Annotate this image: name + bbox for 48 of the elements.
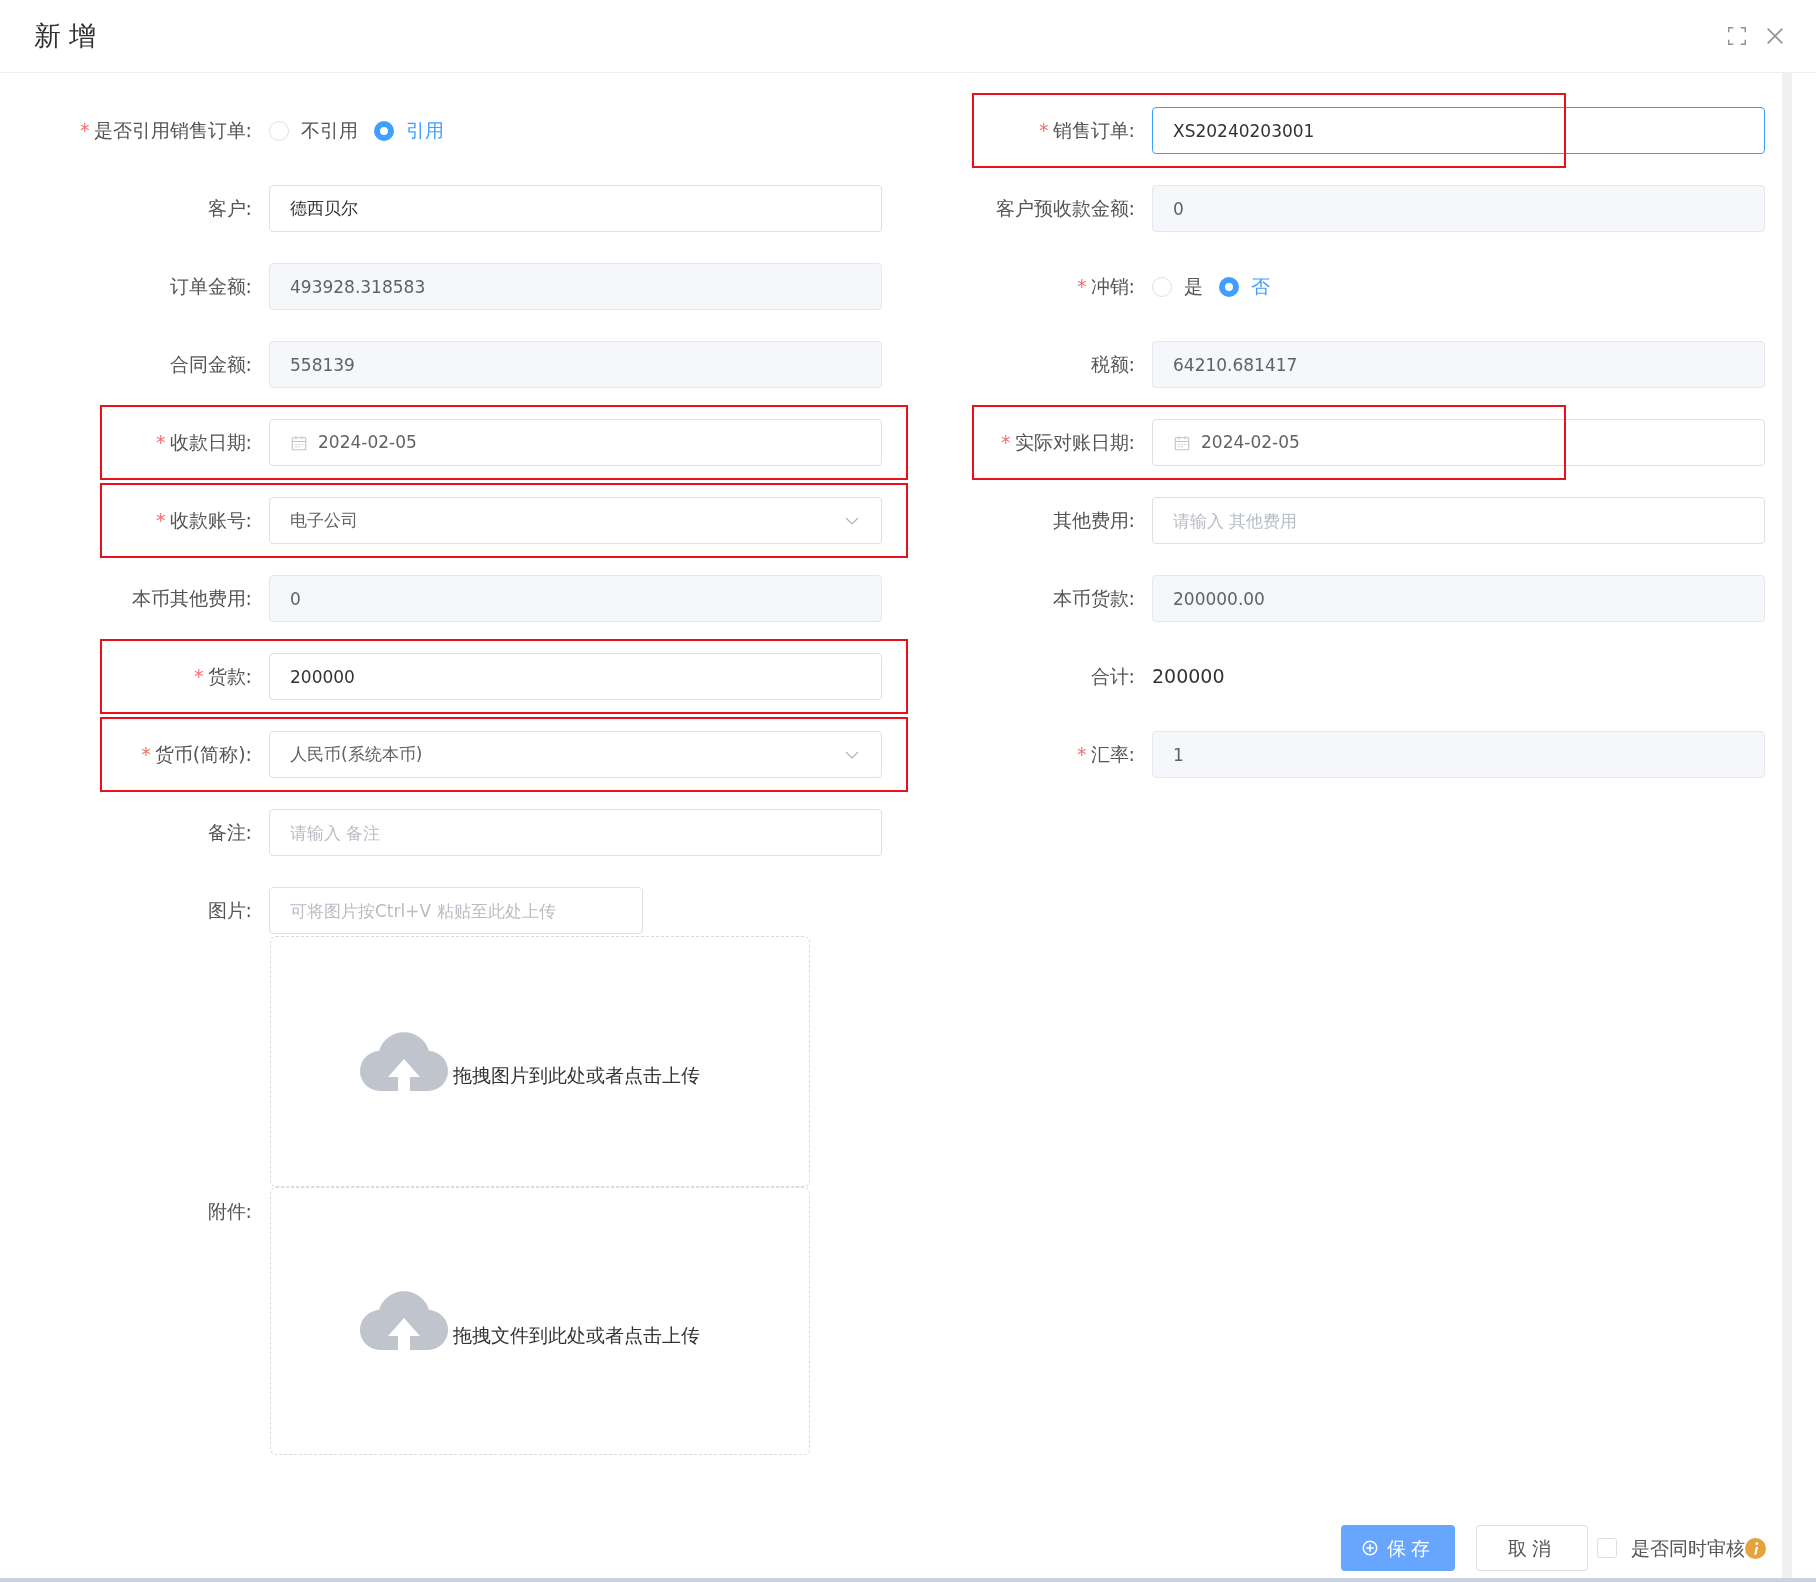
upload-hint: 拖拽图片到此处或者点击上传: [453, 1063, 700, 1089]
field-label: * 是否引用销售订单:: [79, 118, 252, 144]
checkbox-label: 是否同时审核: [1631, 1535, 1745, 1561]
plus-circle-icon: [1361, 1539, 1380, 1557]
field-value: 200000: [1152, 664, 1225, 690]
field-label: * 实际对账日期:: [1000, 430, 1135, 456]
date-field[interactable]: 2024-02-05: [269, 419, 882, 466]
close-icon[interactable]: [1764, 25, 1786, 47]
field-label: 客户预收款金额:: [994, 196, 1135, 222]
radio-option[interactable]: 不引用: [269, 116, 358, 145]
field-label: 本币其他费用:: [130, 586, 252, 612]
paste-field[interactable]: 可将图片按Ctrl+V 粘贴至此处上传: [269, 887, 643, 934]
info-icon: [1745, 1537, 1766, 1559]
text-field[interactable]: 请输入 其他费用: [1152, 497, 1765, 544]
field-label: * 货款:: [193, 664, 252, 690]
maximize-icon[interactable]: [1726, 25, 1748, 47]
calendar-icon: [290, 433, 308, 452]
calendar-icon: [1173, 433, 1191, 452]
cancel-button[interactable]: 取消: [1476, 1525, 1588, 1571]
field-label: * 销售订单:: [1038, 118, 1135, 144]
checkbox[interactable]: [1597, 1538, 1617, 1558]
text-field[interactable]: 德西贝尔: [269, 185, 882, 232]
field-label: 附件:: [206, 1199, 252, 1224]
text-field[interactable]: XS20240203001: [1152, 107, 1765, 154]
field-label: 客户:: [206, 196, 252, 222]
field-label: * 收款账号:: [155, 508, 252, 534]
field-label: 合同金额:: [168, 352, 252, 378]
upload-hint: 拖拽文件到此处或者点击上传: [453, 1322, 700, 1348]
field-label: 合计:: [1089, 664, 1135, 690]
field-label: 其他费用:: [1051, 508, 1135, 534]
field-label: * 收款日期:: [155, 430, 252, 456]
date-field[interactable]: 2024-02-05: [1152, 419, 1765, 466]
field-label: 图片:: [206, 898, 252, 923]
field-label: * 汇率:: [1076, 742, 1135, 768]
field-label: 税额:: [1089, 352, 1135, 378]
text-field[interactable]: 请输入 备注: [269, 809, 882, 856]
select-field[interactable]: 人民币(系统本币): [269, 731, 882, 778]
dialog-title: 新增: [34, 18, 105, 53]
text-field[interactable]: 200000: [269, 653, 882, 700]
field-label: 本币货款:: [1051, 586, 1135, 612]
field-label: * 货币(简称):: [140, 742, 252, 768]
field-label: 备注:: [206, 820, 252, 846]
field-label: 订单金额:: [168, 274, 252, 300]
upload-dropzone[interactable]: 拖拽图片到此处或者点击上传: [270, 936, 810, 1187]
field-label: * 冲销:: [1076, 274, 1135, 300]
radio-option[interactable]: 是: [1152, 272, 1203, 301]
upload-dropzone[interactable]: 拖拽文件到此处或者点击上传: [270, 1187, 810, 1455]
select-field[interactable]: 电子公司: [269, 497, 882, 544]
